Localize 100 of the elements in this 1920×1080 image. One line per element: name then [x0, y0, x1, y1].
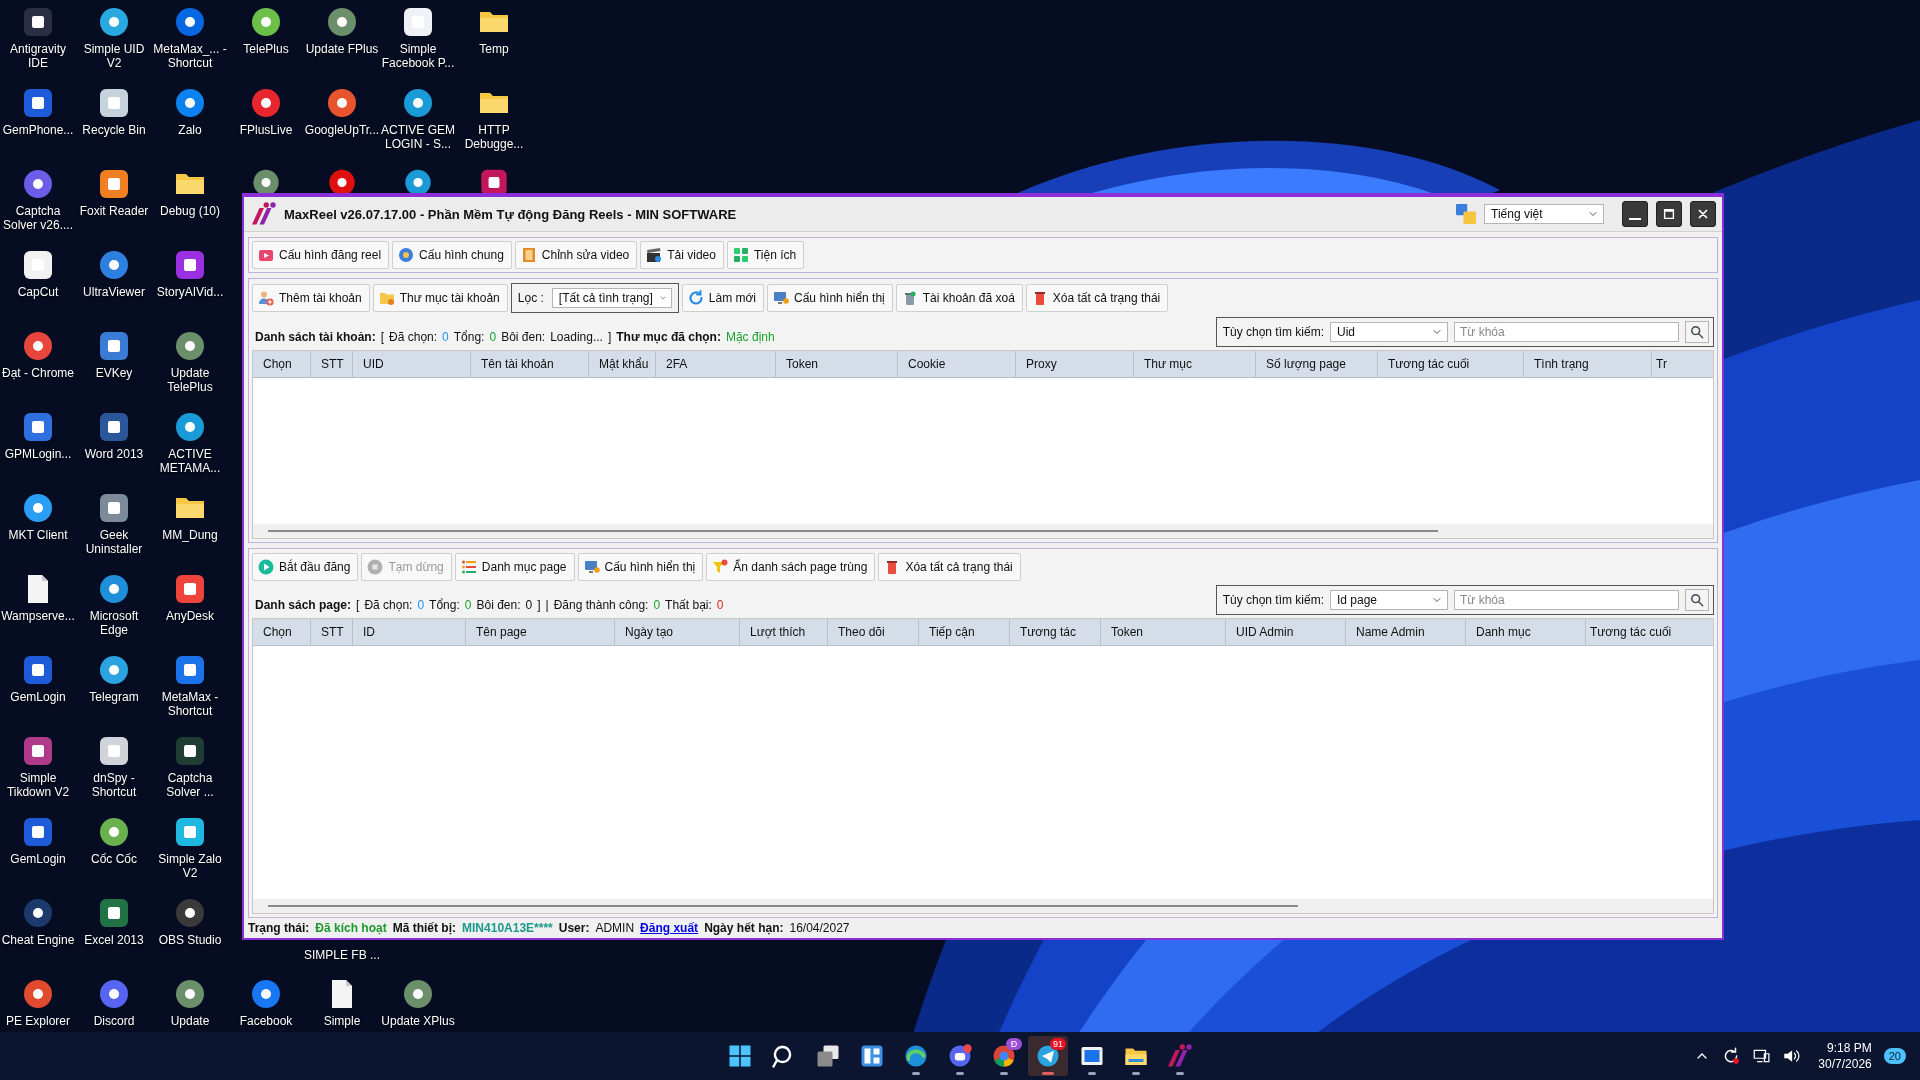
desktop-shortcut[interactable]: Update XPlus: [380, 974, 456, 1028]
desktop-shortcut[interactable]: Telegram: [76, 650, 152, 704]
desktop-shortcut[interactable]: Simple Facebook P...: [380, 2, 456, 70]
desktop-shortcut[interactable]: EVKey: [76, 326, 152, 380]
desktop-shortcut[interactable]: Captcha Solver ...: [152, 731, 228, 799]
desktop-shortcut[interactable]: Simple: [304, 974, 380, 1028]
toolbar-button[interactable]: Cấu hình hiển thị: [767, 284, 893, 312]
column-header[interactable]: Lượt thích: [740, 619, 828, 645]
toolbar-button[interactable]: Cấu hình chung: [392, 241, 512, 269]
column-header[interactable]: UID: [353, 351, 471, 377]
sync-icon[interactable]: [1722, 1047, 1741, 1065]
toolbar-button[interactable]: Xóa tất cả trạng thái: [1025, 284, 1169, 312]
column-header[interactable]: UID Admin: [1226, 619, 1346, 645]
search-button[interactable]: [1685, 321, 1709, 343]
desktop-shortcut[interactable]: Recycle Bin: [76, 83, 152, 137]
desktop-shortcut[interactable]: ACTIVE GEM LOGIN - S...: [380, 83, 456, 151]
desktop-shortcut[interactable]: MetaMax_... - Shortcut: [152, 2, 228, 70]
notification-badge[interactable]: 20: [1883, 1048, 1906, 1064]
volume-icon[interactable]: [1782, 1047, 1801, 1065]
desktop-shortcut[interactable]: Foxit Reader: [76, 164, 152, 218]
desktop-shortcut[interactable]: Cốc Cốc: [76, 812, 152, 866]
desktop-shortcut[interactable]: Update TelePlus: [152, 326, 228, 394]
desktop-shortcut[interactable]: FPlusLive: [228, 83, 304, 137]
search-field[interactable]: Từ khóa: [1454, 590, 1679, 610]
desktop-shortcut[interactable]: TelePlus: [228, 2, 304, 56]
toolbar-button[interactable]: Xóa tất cả trạng thái: [878, 553, 1021, 581]
toolbar-button[interactable]: Cấu hình hiển thị: [577, 553, 704, 581]
clock-date[interactable]: 30/7/2026: [1818, 1056, 1872, 1072]
column-header[interactable]: Cookie: [898, 351, 1016, 377]
close-button[interactable]: [1690, 201, 1716, 227]
maximize-button[interactable]: [1656, 201, 1682, 227]
status-select[interactable]: [Tất cả tình trạng]: [551, 288, 672, 308]
horizontal-scrollbar[interactable]: [268, 905, 1298, 907]
column-header[interactable]: Tương tác cuối: [1586, 619, 1713, 645]
toolbar-button[interactable]: Tiện ích: [726, 241, 805, 269]
clock-time[interactable]: 9:18 PM: [1827, 1040, 1872, 1056]
column-header[interactable]: Thư mục: [1134, 351, 1256, 377]
search-button[interactable]: [1685, 589, 1709, 611]
desktop-shortcut[interactable]: Update FPlus: [304, 2, 380, 56]
desktop-shortcut[interactable]: Simple UID V2: [76, 2, 152, 70]
column-header[interactable]: Tương tác: [1010, 619, 1101, 645]
desktop-shortcut[interactable]: Simple Tikdown V2: [0, 731, 76, 799]
column-header[interactable]: Tr: [1652, 351, 1713, 377]
taskbar-button[interactable]: 91: [1028, 1036, 1068, 1076]
desktop-shortcut[interactable]: Antigravity IDE: [0, 2, 76, 70]
minimize-button[interactable]: [1622, 201, 1648, 227]
toolbar-button[interactable]: Ẩn danh sách page trùng: [706, 553, 876, 581]
column-header[interactable]: Chọn: [253, 619, 311, 645]
desktop-shortcut[interactable]: GemPhone...: [0, 83, 76, 137]
column-header[interactable]: Name Admin: [1346, 619, 1466, 645]
desktop-shortcut[interactable]: Đạt - Chrome: [0, 326, 76, 380]
desktop-shortcut[interactable]: Zalo: [152, 83, 228, 137]
column-header[interactable]: Tên tài khoản: [471, 351, 589, 377]
desktop-shortcut[interactable]: Debug (10): [152, 164, 228, 218]
desktop-shortcut[interactable]: Simple Zalo V2: [152, 812, 228, 880]
column-header[interactable]: Proxy: [1016, 351, 1134, 377]
toolbar-button[interactable]: Tài khoản đã xoá: [895, 284, 1023, 312]
search-field[interactable]: Từ khóa: [1454, 322, 1679, 342]
language-select[interactable]: Tiếng việt: [1484, 204, 1604, 224]
desktop-shortcut[interactable]: Word 2013: [76, 407, 152, 461]
desktop-shortcut[interactable]: Captcha Solver v26....: [0, 164, 76, 232]
desktop-shortcut[interactable]: UltraViewer: [76, 245, 152, 299]
desktop-shortcut[interactable]: GemLogin: [0, 650, 76, 704]
toolbar-button[interactable]: Chỉnh sửa video: [514, 241, 638, 269]
column-header[interactable]: Số lượng page: [1256, 351, 1378, 377]
desktop-shortcut[interactable]: Microsoft Edge: [76, 569, 152, 637]
toolbar-button[interactable]: Thư mục tài khoản: [372, 284, 508, 312]
desktop-shortcut[interactable]: Excel 2013: [76, 893, 152, 947]
search-option-select[interactable]: Id page: [1330, 590, 1448, 610]
desktop-shortcut[interactable]: Cheat Engine: [0, 893, 76, 947]
desktop-shortcut[interactable]: StoryAIVid...: [152, 245, 228, 299]
desktop-shortcut[interactable]: MetaMax - Shortcut: [152, 650, 228, 718]
column-header[interactable]: Tiếp cận: [919, 619, 1010, 645]
desktop-shortcut[interactable]: MM_Dung: [152, 488, 228, 542]
desktop-shortcut[interactable]: Wampserve...: [0, 569, 76, 623]
column-header[interactable]: Chọn: [253, 351, 311, 377]
column-header[interactable]: ID: [353, 619, 466, 645]
column-header[interactable]: STT: [311, 351, 353, 377]
column-header[interactable]: Danh mục: [1466, 619, 1586, 645]
column-header[interactable]: Token: [776, 351, 898, 377]
toolbar-button[interactable]: Thêm tài khoản: [252, 284, 370, 312]
column-header[interactable]: STT: [311, 619, 353, 645]
desktop-shortcut[interactable]: PE Explorer: [0, 974, 76, 1028]
desktop-shortcut[interactable]: CapCut: [0, 245, 76, 299]
toolbar-button[interactable]: Tải video: [640, 241, 724, 269]
desktop-shortcut[interactable]: Update: [152, 974, 228, 1028]
toolbar-button[interactable]: Làm mới: [681, 284, 765, 312]
desktop-shortcut[interactable]: Facebook: [228, 974, 304, 1028]
column-header[interactable]: Mật khẩu: [589, 351, 656, 377]
horizontal-scrollbar[interactable]: [268, 530, 1438, 532]
logout-link[interactable]: Đăng xuất: [640, 921, 699, 935]
column-header[interactable]: Ngày tạo: [615, 619, 740, 645]
toolbar-button[interactable]: Danh mục page: [454, 553, 575, 581]
column-header[interactable]: Tên page: [466, 619, 615, 645]
desktop-shortcut[interactable]: ACTIVE METAMA...: [152, 407, 228, 475]
desktop-shortcut[interactable]: GemLogin: [0, 812, 76, 866]
network-icon[interactable]: [1752, 1047, 1771, 1065]
desktop-shortcut[interactable]: dnSpy - Shortcut: [76, 731, 152, 799]
column-header[interactable]: Tình trạng: [1524, 351, 1652, 377]
desktop-shortcut[interactable]: Temp: [456, 2, 532, 56]
